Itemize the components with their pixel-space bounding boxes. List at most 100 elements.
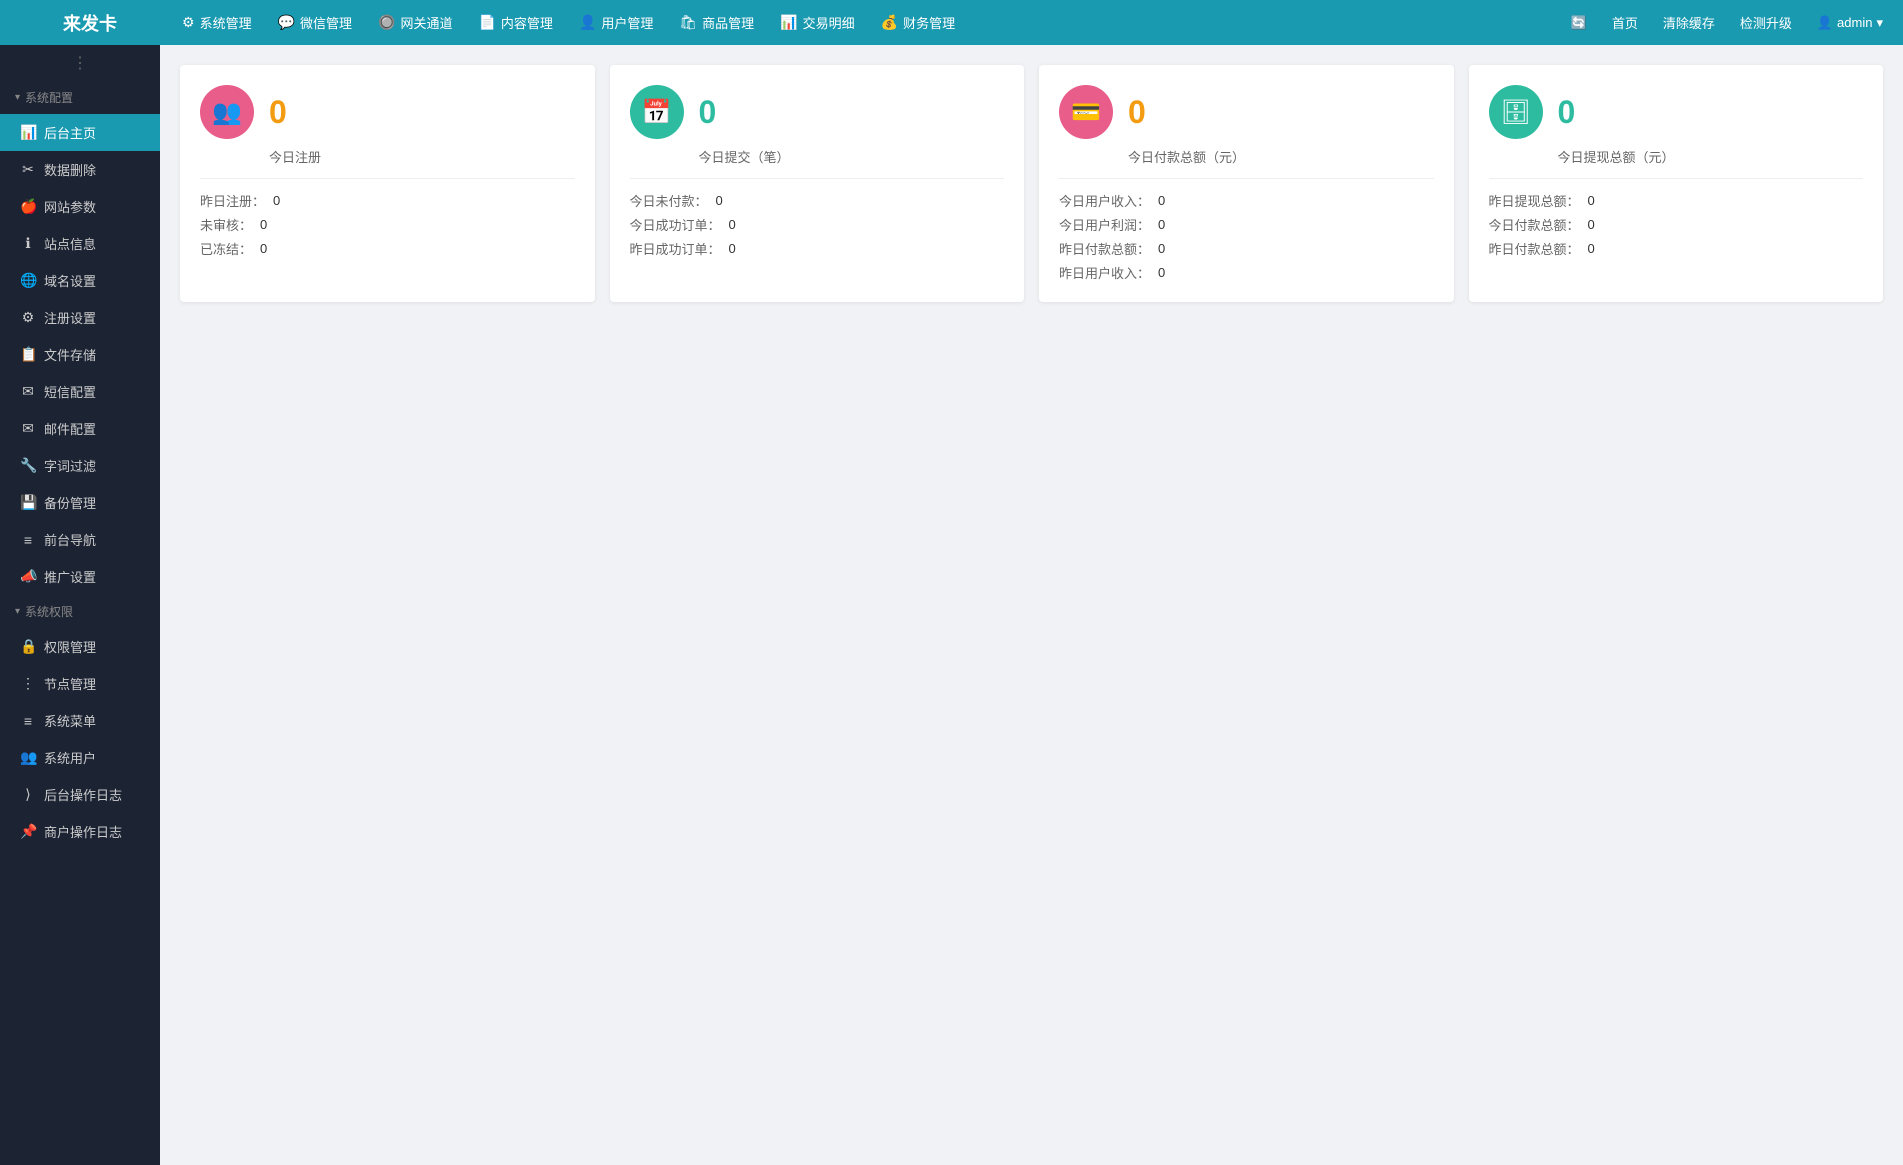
nav-item-content[interactable]: 📄 内容管理 <box>466 0 564 45</box>
wechat-icon: 💬 <box>278 14 295 31</box>
sidebar-item-backend-log-label: 后台操作日志 <box>44 785 122 804</box>
admin-icon: 👤 <box>1817 15 1833 31</box>
sidebar-item-nav[interactable]: ≡ 前台导航 <box>0 521 160 558</box>
nav-item-product-label: 商品管理 <box>702 13 754 32</box>
nav-item-wechat[interactable]: 💬 微信管理 <box>266 0 364 45</box>
sidebar-item-site-params[interactable]: 🍎 网站参数 <box>0 188 160 225</box>
sidebar-item-data-delete[interactable]: ✂ 数据删除 <box>0 151 160 188</box>
register-stat-row-1: 未审核： 0 <box>200 215 575 234</box>
withdraw-card-title: 今日提现总额（元） <box>1489 147 1864 166</box>
home-button[interactable]: 首页 <box>1602 0 1648 45</box>
product-icon: 🛍 <box>679 14 697 31</box>
sms-icon: ✉ <box>20 383 36 400</box>
sidebar-item-backup-label: 备份管理 <box>44 493 96 512</box>
main-content: 👥 0 今日注册 昨日注册： 0 未审核： 0 已冻结： <box>160 45 1903 1165</box>
nav-item-finance[interactable]: 💰 财务管理 <box>869 0 967 45</box>
admin-menu[interactable]: 👤 admin ▾ <box>1807 0 1893 45</box>
sidebar-item-permission[interactable]: 🔒 权限管理 <box>0 628 160 665</box>
nav-item-gateway[interactable]: 🔘 网关通道 <box>366 0 464 45</box>
sidebar-item-backup[interactable]: 💾 备份管理 <box>0 484 160 521</box>
sidebar-item-dashboard[interactable]: 📊 后台主页 <box>0 114 160 151</box>
top-nav: 来发卡 ⚙ 系统管理 💬 微信管理 🔘 网关通道 📄 内容管理 👤 用户管理 🛍… <box>0 0 1903 45</box>
withdraw-stat-value-1: 0 <box>1588 217 1595 232</box>
sidebar-item-node[interactable]: ⋮ 节点管理 <box>0 665 160 702</box>
sidebar: ⋮ ▾ 系统配置 📊 后台主页 ✂ 数据删除 🍎 网站参数 ℹ 站点信息 🌐 域… <box>0 45 160 1165</box>
sidebar-item-sms-label: 短信配置 <box>44 382 96 401</box>
payment-card-stats: 今日用户收入： 0 今日用户利润： 0 昨日付款总额： 0 昨日用户收入： 0 <box>1059 191 1434 282</box>
register-stat-label-2: 已冻结： <box>200 239 252 258</box>
card-orders-header: 📅 0 <box>630 85 1005 139</box>
register-count: 0 <box>269 94 287 131</box>
detect-upgrade-button[interactable]: 检测升级 <box>1730 0 1802 45</box>
payment-card-title: 今日付款总额（元） <box>1059 147 1434 166</box>
nav-item-transaction-label: 交易明细 <box>803 13 855 32</box>
orders-stat-row-1: 今日成功订单： 0 <box>630 215 1005 234</box>
nav-item-transaction[interactable]: 📊 交易明细 <box>768 0 866 45</box>
payment-stat-row-1: 今日用户利润： 0 <box>1059 215 1434 234</box>
orders-card-icon: 📅 <box>630 85 684 139</box>
sidebar-item-word-filter[interactable]: 🔧 字词过滤 <box>0 447 160 484</box>
register-icon: ⚙ <box>20 309 36 326</box>
word-filter-icon: 🔧 <box>20 457 36 474</box>
email-icon: ✉ <box>20 420 36 437</box>
sidebar-item-merchant-log[interactable]: 📌 商户操作日志 <box>0 813 160 850</box>
sidebar-group-permission-label: 系统权限 <box>25 603 73 620</box>
sidebar-item-promote[interactable]: 📣 推广设置 <box>0 558 160 595</box>
sidebar-item-file-storage[interactable]: 📋 文件存储 <box>0 336 160 373</box>
sidebar-item-menu[interactable]: ≡ 系统菜单 <box>0 702 160 739</box>
payment-stat-value-3: 0 <box>1158 265 1165 280</box>
sidebar-item-sms[interactable]: ✉ 短信配置 <box>0 373 160 410</box>
withdraw-stat-value-2: 0 <box>1588 241 1595 256</box>
withdraw-stat-row-1: 今日付款总额： 0 <box>1489 215 1864 234</box>
orders-stat-value-1: 0 <box>729 217 736 232</box>
sidebar-item-backend-log[interactable]: ⟩ 后台操作日志 <box>0 776 160 813</box>
sidebar-item-file-storage-label: 文件存储 <box>44 345 96 364</box>
orders-stat-label-0: 今日未付款： <box>630 191 708 210</box>
refresh-icon: 🔄 <box>1571 15 1587 31</box>
nav-item-finance-label: 财务管理 <box>903 13 955 32</box>
nav-items: ⚙ 系统管理 💬 微信管理 🔘 网关通道 📄 内容管理 👤 用户管理 🛍 商品管… <box>170 0 1561 45</box>
sidebar-item-site-params-label: 网站参数 <box>44 197 96 216</box>
system-icon: ⚙ <box>182 14 195 31</box>
transaction-icon: 📊 <box>780 14 797 31</box>
dashboard-icon: 📊 <box>20 124 36 141</box>
register-stat-label-0: 昨日注册： <box>200 191 265 210</box>
sidebar-item-nav-label: 前台导航 <box>44 530 96 549</box>
detect-upgrade-label: 检测升级 <box>1740 13 1792 32</box>
sidebar-item-data-delete-label: 数据删除 <box>44 160 96 179</box>
nav-item-system[interactable]: ⚙ 系统管理 <box>170 0 264 45</box>
sidebar-item-domain[interactable]: 🌐 域名设置 <box>0 262 160 299</box>
refresh-button[interactable]: 🔄 <box>1561 0 1597 45</box>
nav-item-user[interactable]: 👤 用户管理 <box>567 0 665 45</box>
withdraw-card-stats: 昨日提现总额： 0 今日付款总额： 0 昨日付款总额： 0 <box>1489 191 1864 258</box>
chevron-down-icon: ▾ <box>1876 15 1883 31</box>
payment-stat-label-0: 今日用户收入： <box>1059 191 1150 210</box>
nav-item-system-label: 系统管理 <box>200 13 252 32</box>
home-label: 首页 <box>1612 13 1638 32</box>
orders-stat-row-0: 今日未付款： 0 <box>630 191 1005 210</box>
sidebar-toggle[interactable]: ⋮ <box>0 45 160 81</box>
sidebar-item-site-info[interactable]: ℹ 站点信息 <box>0 225 160 262</box>
sidebar-group-config[interactable]: ▾ 系统配置 <box>0 81 160 114</box>
right-actions: 🔄 首页 清除缓存 检测升级 👤 admin ▾ <box>1561 0 1893 45</box>
clear-cache-button[interactable]: 清除缓存 <box>1653 0 1725 45</box>
withdraw-stat-value-0: 0 <box>1588 193 1595 208</box>
card-payment-header: 💳 0 <box>1059 85 1434 139</box>
withdraw-stat-row-0: 昨日提现总额： 0 <box>1489 191 1864 210</box>
clear-cache-label: 清除缓存 <box>1663 13 1715 32</box>
sidebar-group-config-label: 系统配置 <box>25 89 73 106</box>
orders-stat-label-1: 今日成功订单： <box>630 215 721 234</box>
nav-item-product[interactable]: 🛍 商品管理 <box>667 0 766 45</box>
sidebar-item-sys-user[interactable]: 👥 系统用户 <box>0 739 160 776</box>
sidebar-item-permission-label: 权限管理 <box>44 637 96 656</box>
app-logo: 来发卡 <box>10 10 170 36</box>
sidebar-item-email[interactable]: ✉ 邮件配置 <box>0 410 160 447</box>
sidebar-item-register[interactable]: ⚙ 注册设置 <box>0 299 160 336</box>
sidebar-item-domain-label: 域名设置 <box>44 271 96 290</box>
register-card-stats: 昨日注册： 0 未审核： 0 已冻结： 0 <box>200 191 575 258</box>
sidebar-group-permission[interactable]: ▾ 系统权限 <box>0 595 160 628</box>
payment-stat-value-2: 0 <box>1158 241 1165 256</box>
withdraw-stat-label-2: 昨日付款总额： <box>1489 239 1580 258</box>
sidebar-item-merchant-log-label: 商户操作日志 <box>44 822 122 841</box>
orders-card-title: 今日提交（笔） <box>630 147 1005 166</box>
